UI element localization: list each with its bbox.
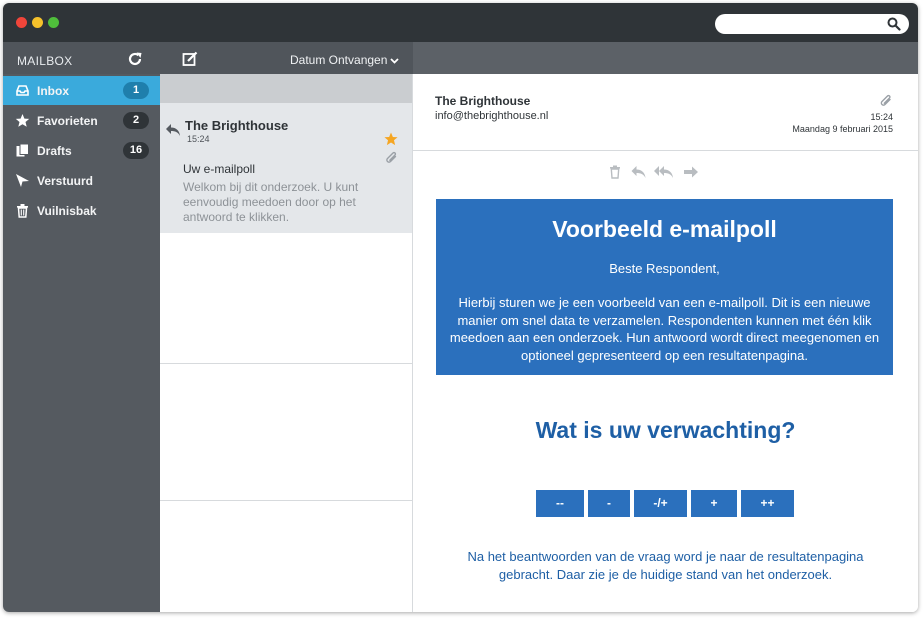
sidebar-item-favorieten[interactable]: Favorieten 2 — [3, 106, 160, 135]
sidebar-item-verstuurd[interactable]: Verstuurd — [3, 166, 160, 195]
message-sender: The Brighthouse — [185, 118, 289, 133]
poll-option-neutral[interactable]: -/+ — [634, 490, 687, 517]
reader-sender-name: The Brighthouse — [435, 94, 531, 108]
banner-greeting: Beste Respondent, — [609, 261, 720, 276]
replied-icon — [166, 124, 180, 136]
unread-count-badge: 1 — [123, 82, 149, 99]
paperclip-icon[interactable] — [879, 94, 893, 108]
paperclip-icon — [386, 151, 397, 163]
reply-icon[interactable] — [630, 165, 647, 179]
message-time: 15:24 — [187, 134, 210, 144]
poll-option-very-positive[interactable]: ++ — [741, 490, 794, 517]
poll-option-positive[interactable]: + — [691, 490, 737, 517]
sidebar-item-inbox[interactable]: Inbox 1 — [3, 76, 160, 105]
sidebar-header: MAILBOX — [3, 42, 160, 74]
star-icon — [15, 114, 30, 127]
send-icon — [16, 174, 29, 187]
compose-icon[interactable] — [182, 51, 198, 67]
sort-dropdown[interactable]: Datum Ontvangen — [290, 53, 400, 67]
list-item[interactable]: The Brighthouse 15:24 Uw e-mailpoll Welk… — [160, 103, 412, 233]
message-list: Datum Ontvangen The Brighthouse 15:24 Uw… — [160, 42, 413, 612]
sort-dropdown-label: Datum Ontvangen — [290, 53, 388, 67]
sidebar-item-label: Favorieten — [37, 114, 98, 128]
forward-icon[interactable] — [683, 165, 699, 179]
message-preview: Welkom bij dit onderzoek. U kunt eenvoud… — [183, 180, 359, 224]
mailbox-title: MAILBOX — [17, 54, 73, 68]
message-header: The Brighthouse info@thebrighthouse.nl 1… — [413, 74, 918, 151]
title-bar — [3, 3, 918, 42]
list-section-bar — [160, 74, 412, 103]
sidebar-item-label: Inbox — [37, 84, 69, 98]
sidebar-item-label: Vuilnisbak — [37, 204, 97, 218]
sidebar: MAILBOX Inbox 1 Favorieten 2 Drafts 16 V… — [3, 42, 160, 612]
poll-footer-text: Na het beantwoorden van de vraag word je… — [467, 549, 864, 582]
reader-time: 15:24 — [870, 112, 893, 122]
refresh-icon[interactable] — [127, 51, 143, 67]
list-divider — [160, 363, 412, 364]
favorites-count-badge: 2 — [123, 112, 149, 129]
list-divider — [160, 500, 412, 501]
drafts-count-badge: 16 — [123, 142, 149, 159]
minimize-window-button[interactable] — [32, 17, 43, 28]
banner-body: Hierbij sturen we je een voorbeeld van e… — [449, 295, 880, 363]
trash-icon — [17, 204, 28, 218]
chevron-down-icon — [390, 58, 400, 64]
message-reader: The Brighthouse info@thebrighthouse.nl 1… — [413, 42, 918, 612]
sidebar-item-drafts[interactable]: Drafts 16 — [3, 136, 160, 165]
reply-all-icon[interactable] — [653, 165, 675, 179]
mail-window: MAILBOX Inbox 1 Favorieten 2 Drafts 16 V… — [3, 3, 918, 612]
message-list-header: Datum Ontvangen — [160, 42, 413, 74]
message-subject: Uw e-mailpoll — [183, 162, 256, 176]
poll-option-negative[interactable]: - — [588, 490, 630, 517]
sidebar-item-vuilnisbak[interactable]: Vuilnisbak — [3, 196, 160, 225]
maximize-window-button[interactable] — [48, 17, 59, 28]
star-icon[interactable] — [384, 132, 398, 146]
reader-date: Maandag 9 februari 2015 — [792, 124, 893, 134]
banner-title: Voorbeeld e-mailpoll — [552, 216, 777, 242]
search-icon[interactable] — [887, 17, 901, 31]
reader-toolbar — [413, 42, 918, 74]
poll-option-very-negative[interactable]: -- — [536, 490, 584, 517]
reader-sender-email[interactable]: info@thebrighthouse.nl — [435, 110, 548, 122]
search-input[interactable] — [715, 14, 909, 34]
poll-banner: Voorbeeld e-mailpoll Beste Respondent, H… — [436, 199, 893, 375]
close-window-button[interactable] — [16, 17, 27, 28]
sidebar-item-label: Drafts — [37, 144, 72, 158]
poll-question: Wat is uw verwachting? — [535, 417, 796, 443]
inbox-icon — [16, 85, 29, 96]
trash-icon[interactable] — [609, 165, 621, 179]
drafts-icon — [16, 143, 29, 157]
sidebar-item-label: Verstuurd — [37, 174, 94, 188]
